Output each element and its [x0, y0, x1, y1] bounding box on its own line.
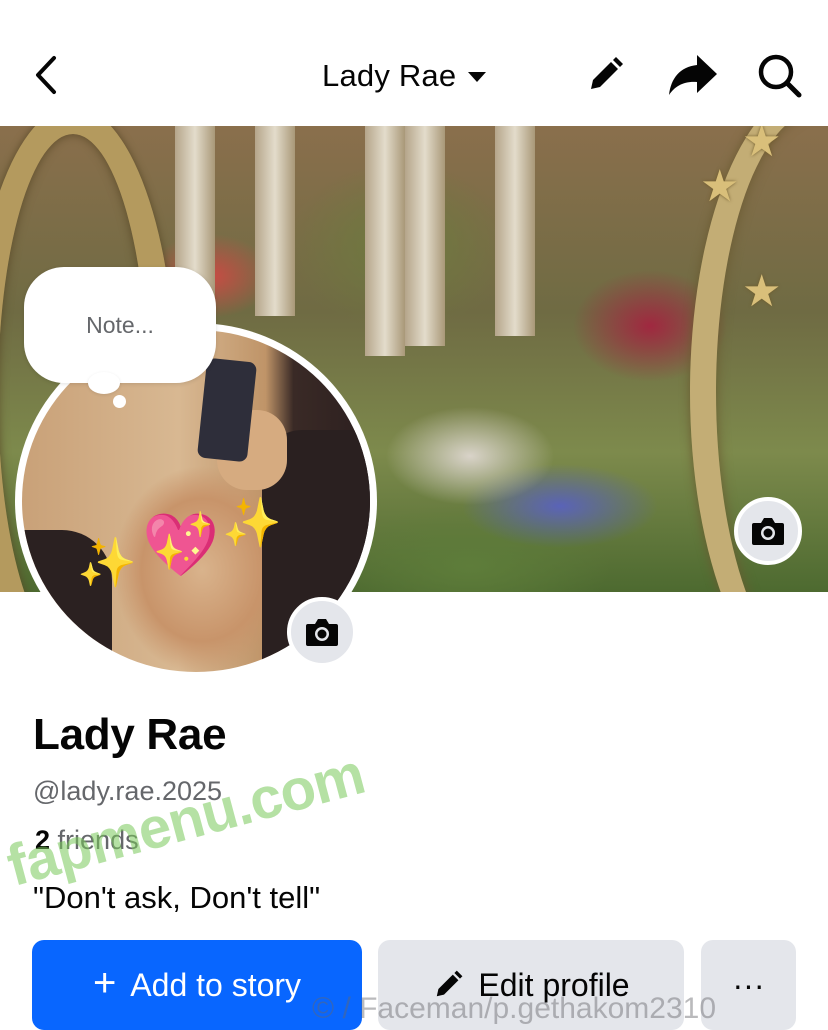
sparkles-icon: ✨ [222, 497, 282, 550]
star-icon: ★ [742, 267, 782, 316]
edit-button[interactable] [580, 50, 630, 100]
profile-bio: "Don't ask, Don't tell" [33, 880, 321, 915]
cover-pillar [405, 126, 445, 346]
cover-pillar [495, 126, 535, 336]
back-button[interactable] [28, 52, 68, 98]
plus-icon: + [92, 961, 117, 1005]
profile-switcher[interactable]: Lady Rae [322, 54, 487, 98]
pencil-icon [591, 57, 623, 89]
search-button[interactable] [754, 50, 804, 100]
search-icon [758, 54, 802, 98]
camera-icon [752, 518, 784, 545]
watermark: fapmenu.com [0, 741, 371, 899]
share-button[interactable] [665, 50, 721, 100]
avatar-camera-button[interactable] [287, 597, 357, 667]
note-placeholder: Note... [86, 311, 154, 338]
cover-camera-button[interactable] [734, 497, 802, 565]
avatar-phone [196, 357, 258, 463]
share-arrow-icon [669, 55, 717, 95]
top-bar: Lady Rae [0, 0, 828, 126]
cover-pillar [255, 126, 295, 316]
cover-pillar [365, 126, 405, 356]
sparkles-icon: ✨ [77, 537, 137, 590]
star-icon: ★ [700, 162, 740, 211]
chevron-left-icon [36, 56, 56, 94]
note-bubble-tail [88, 372, 120, 394]
note-bubble[interactable]: Note... [24, 267, 216, 383]
watermark-tail: © / Faceman/p.gethakom2310 [312, 992, 717, 1025]
heart-icon: 💖 [142, 511, 220, 580]
add-to-story-label: Add to story [130, 966, 302, 1003]
note-bubble-tail [113, 395, 126, 408]
caret-down-icon [468, 72, 487, 82]
header-title: Lady Rae [322, 58, 457, 93]
more-icon: ··· [732, 966, 765, 1003]
camera-icon [306, 619, 338, 646]
profile-name: Lady Rae [33, 710, 227, 759]
star-icon: ★ [742, 126, 782, 166]
